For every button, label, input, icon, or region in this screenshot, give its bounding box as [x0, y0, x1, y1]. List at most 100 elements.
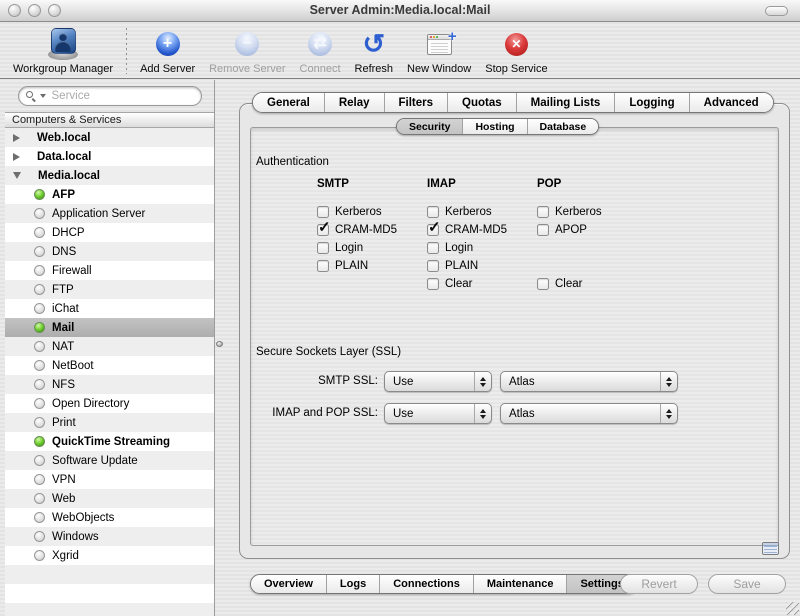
disclosure-triangle-icon[interactable]: [13, 153, 20, 161]
popup-selected-value: Use: [393, 376, 413, 388]
sidebar-service-mail[interactable]: Mail: [5, 318, 214, 337]
checkbox-unchecked[interactable]: [537, 278, 549, 290]
tab-filters[interactable]: Filters: [385, 93, 449, 112]
checkbox-label: CRAM-MD5: [335, 224, 397, 236]
list-header: Computers & Services: [5, 112, 214, 128]
tab-mailing-lists[interactable]: Mailing Lists: [517, 93, 616, 112]
status-dot-off: [34, 398, 45, 409]
sidebar-service-nfs[interactable]: NFS: [5, 375, 214, 394]
ssl-certificate-popup[interactable]: Atlas: [500, 403, 678, 424]
tab-logging[interactable]: Logging: [615, 93, 689, 112]
ssl-row-label: SMTP SSL:: [250, 371, 378, 392]
toolbar-item-stop-service[interactable]: ✕Stop Service: [485, 26, 547, 75]
toolbar-item-remove-server[interactable]: −Remove Server: [209, 26, 285, 75]
checkbox-unchecked[interactable]: [537, 224, 549, 236]
checkbox-unchecked[interactable]: [427, 278, 439, 290]
tab-relay[interactable]: Relay: [325, 93, 385, 112]
bottom-tab-overview[interactable]: Overview: [251, 575, 327, 593]
toolbar-item-add-server[interactable]: +Add Server: [140, 26, 195, 75]
sidebar-service-vpn[interactable]: VPN: [5, 470, 214, 489]
revert-button[interactable]: Revert: [620, 574, 698, 594]
refresh-icon: ↺: [362, 26, 385, 62]
drawer-toggle-button[interactable]: [762, 542, 779, 555]
status-dot-off: [34, 512, 45, 523]
sidebar-service-afp[interactable]: AFP: [5, 185, 214, 204]
subtab-database[interactable]: Database: [528, 119, 599, 134]
bottom-tab-connections[interactable]: Connections: [380, 575, 474, 593]
sidebar-service-webobjects[interactable]: WebObjects: [5, 508, 214, 527]
subtab-security[interactable]: Security: [397, 119, 463, 134]
toolbar-toggle-pill[interactable]: [765, 6, 788, 16]
sidebar-service-dhcp[interactable]: DHCP: [5, 223, 214, 242]
service-label: Web: [52, 493, 75, 505]
sidebar-server-media-local[interactable]: Media.local: [5, 166, 214, 185]
tab-general[interactable]: General: [253, 93, 325, 112]
sidebar-service-open-directory[interactable]: Open Directory: [5, 394, 214, 413]
splitter-dimple[interactable]: [216, 341, 223, 347]
checkbox-unchecked[interactable]: [317, 260, 329, 272]
checkbox-unchecked[interactable]: [427, 242, 439, 254]
toolbar-item-refresh[interactable]: ↺Refresh: [355, 26, 394, 75]
save-button[interactable]: Save: [708, 574, 786, 594]
sidebar-server-data-local[interactable]: Data.local: [5, 147, 214, 166]
sidebar-service-software-update[interactable]: Software Update: [5, 451, 214, 470]
sidebar-service-firewall[interactable]: Firewall: [5, 261, 214, 280]
disclosure-triangle-icon[interactable]: [13, 172, 21, 179]
auth-option-row: Login: [427, 239, 537, 257]
search-input[interactable]: Service: [18, 86, 202, 106]
sidebar-service-dns[interactable]: DNS: [5, 242, 214, 261]
checkbox-unchecked[interactable]: [427, 260, 439, 272]
resize-grip[interactable]: [786, 602, 799, 615]
sidebar-server-web-local[interactable]: Web.local: [5, 128, 214, 147]
sidebar-service-quicktime-streaming[interactable]: QuickTime Streaming: [5, 432, 214, 451]
status-dot-off: [34, 341, 45, 352]
sidebar-service-xgrid[interactable]: Xgrid: [5, 546, 214, 565]
checkbox-unchecked[interactable]: [317, 206, 329, 218]
tab-quotas[interactable]: Quotas: [448, 93, 517, 112]
checkbox-unchecked[interactable]: [427, 206, 439, 218]
status-dot-on: [34, 322, 45, 333]
sidebar-service-ichat[interactable]: iChat: [5, 299, 214, 318]
checkbox-checked[interactable]: ✓: [427, 224, 439, 236]
checkbox-unchecked[interactable]: [317, 242, 329, 254]
ssl-mode-popup[interactable]: Use: [384, 403, 492, 424]
disclosure-triangle-icon[interactable]: [13, 134, 20, 142]
toolbar-separator: [126, 28, 127, 74]
server-admin-window: { "window": { "title": "Server Admin:Med…: [0, 0, 800, 616]
sidebar-service-web[interactable]: Web: [5, 489, 214, 508]
bottom-tab-maintenance[interactable]: Maintenance: [474, 575, 568, 593]
remove-server-icon: −: [235, 26, 259, 62]
popup-selected-value: Atlas: [509, 408, 535, 420]
ssl-certificate-popup[interactable]: Atlas: [500, 371, 678, 392]
toolbar-item-label: Connect: [300, 63, 341, 75]
auth-column-imap: IMAPKerberos✓CRAM-MD5LoginPLAINClear: [427, 178, 537, 293]
ssl-mode-popup[interactable]: Use: [384, 371, 492, 392]
sidebar-service-netboot[interactable]: NetBoot: [5, 356, 214, 375]
checkbox-unchecked[interactable]: [537, 206, 549, 218]
service-label: DHCP: [52, 227, 85, 239]
subtab-hosting[interactable]: Hosting: [463, 119, 527, 134]
popup-stepper-icon: [660, 404, 677, 423]
checkbox-label: APOP: [555, 224, 587, 236]
new-window-icon: +: [427, 26, 452, 62]
service-label: Software Update: [52, 455, 138, 467]
sidebar-service-print[interactable]: Print: [5, 413, 214, 432]
server-label: Web.local: [37, 132, 90, 144]
search-scope-caret-icon[interactable]: [40, 94, 46, 98]
search-icon[interactable]: [26, 91, 37, 102]
sidebar-service-ftp[interactable]: FTP: [5, 280, 214, 299]
checkbox-checked[interactable]: ✓: [317, 224, 329, 236]
toolbar-item-connect[interactable]: ⇄Connect: [300, 26, 341, 75]
auth-option-row: ✓ CRAM-MD5: [317, 221, 427, 239]
bottom-tab-logs[interactable]: Logs: [327, 575, 380, 593]
auth-column-header: SMTP: [317, 178, 427, 192]
service-label: Open Directory: [52, 398, 129, 410]
toolbar-item-workgroup-manager[interactable]: Workgroup Manager: [13, 26, 113, 75]
sidebar-service-application-server[interactable]: Application Server: [5, 204, 214, 223]
service-label: QuickTime Streaming: [52, 436, 170, 448]
sidebar-service-nat[interactable]: NAT: [5, 337, 214, 356]
sidebar-service-windows[interactable]: Windows: [5, 527, 214, 546]
tab-advanced[interactable]: Advanced: [690, 93, 773, 112]
toolbar-item-new-window[interactable]: +New Window: [407, 26, 471, 75]
main-tab-bar: GeneralRelayFiltersQuotasMailing ListsLo…: [252, 92, 774, 113]
